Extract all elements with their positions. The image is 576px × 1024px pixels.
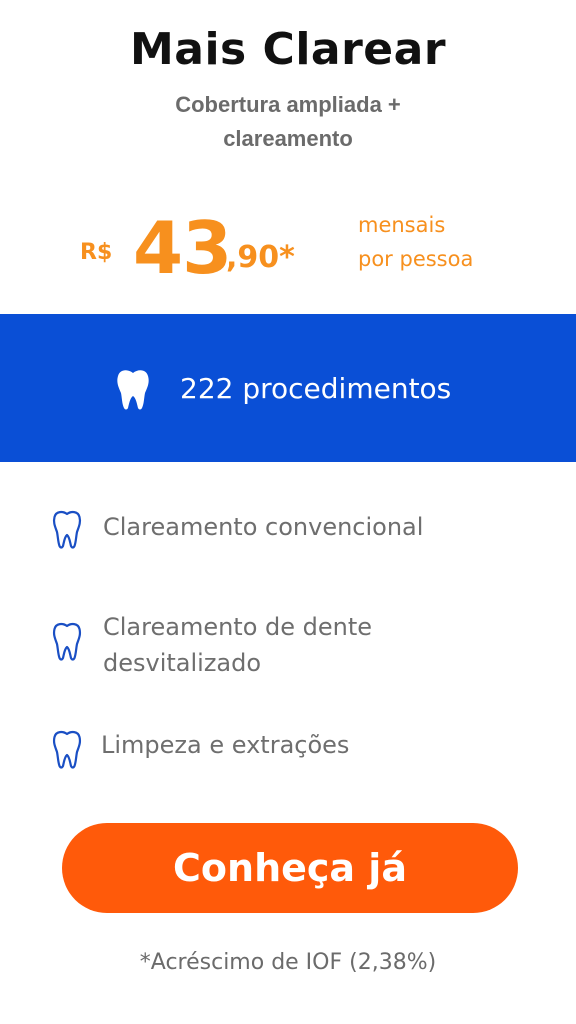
- learn-more-button[interactable]: Conheça já: [62, 823, 518, 913]
- procedures-count: 222 procedimentos: [180, 372, 452, 405]
- tooth-outline-icon: [52, 730, 82, 769]
- plan-title: Mais Clarear: [129, 24, 447, 75]
- price-block: R$ 43 ,90* mensais por pessoa: [0, 200, 576, 300]
- feature-text-line2: desvitalizado: [103, 649, 262, 677]
- plan-subtitle-line2: clareamento: [223, 126, 353, 151]
- price-cents: ,90*: [226, 240, 295, 275]
- plan-subtitle: Cobertura ampliada + clareamento: [0, 88, 576, 156]
- price-period: mensais por pessoa: [358, 208, 473, 276]
- tooth-outline-icon: [52, 510, 82, 549]
- tooth-outline-icon: [52, 622, 82, 661]
- feature-text: Limpeza e extrações: [101, 727, 521, 763]
- price-period-line2: por pessoa: [358, 247, 474, 271]
- feature-text-line1: Limpeza e extrações: [101, 731, 350, 759]
- learn-more-button-label: Conheça já: [173, 846, 407, 890]
- price-currency: R$: [80, 240, 113, 265]
- procedures-banner: 222 procedimentos: [0, 314, 576, 462]
- price-amount: 43: [133, 206, 232, 290]
- iof-footnote: *Acréscimo de IOF (2,38%): [139, 950, 437, 975]
- tooth-icon: [117, 370, 149, 410]
- feature-text: Clareamento convencional: [103, 509, 523, 545]
- feature-text-line1: Clareamento convencional: [103, 513, 424, 541]
- feature-text-line1: Clareamento de dente: [103, 613, 373, 641]
- price-period-line1: mensais: [358, 213, 446, 237]
- plan-subtitle-line1: Cobertura ampliada +: [175, 92, 401, 117]
- feature-text: Clareamento de dente desvitalizado: [103, 609, 523, 681]
